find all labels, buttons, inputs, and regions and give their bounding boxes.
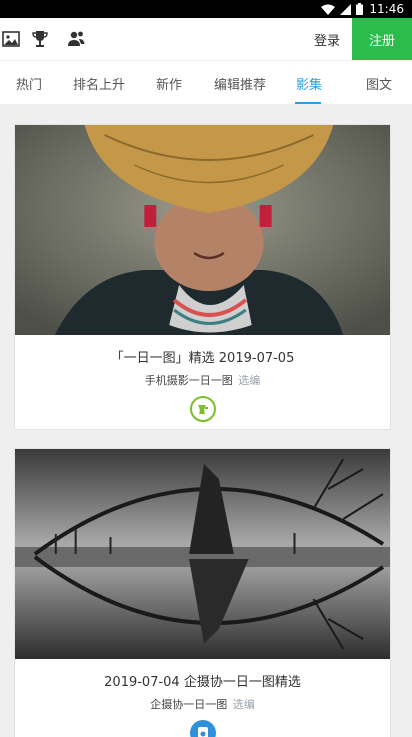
album-author-line: 手机摄影一日一图 选编 [15, 372, 390, 388]
album-title: 「一日一图」精选 2019-07-05 [110, 351, 295, 366]
status-time: 11:46 [369, 2, 404, 16]
camera-club-icon [197, 405, 208, 414]
association-logo-icon [197, 727, 208, 737]
ranking-icon-button[interactable] [22, 18, 58, 60]
gallery-icon-button[interactable] [0, 18, 22, 60]
album-author[interactable]: 手机摄影一日一图 [145, 374, 233, 387]
register-button[interactable]: 注册 [352, 18, 412, 60]
image-icon [2, 31, 20, 47]
album-card[interactable]: 「一日一图」精选 2019-07-05 手机摄影一日一图 选编 [14, 124, 391, 430]
wifi-icon [321, 4, 336, 15]
status-bar: 11:46 [0, 0, 412, 18]
album-cover-image [15, 125, 390, 335]
album-author[interactable]: 企摄协一日一图 [150, 698, 227, 711]
album-tag: 选编 [232, 698, 255, 711]
trophy-icon [32, 31, 48, 47]
album-author-line: 企摄协一日一图 选编 [15, 696, 390, 712]
category-tabs: 热门 排名上升 新作 编辑推荐 影集 图文 [0, 60, 412, 104]
signal-icon [340, 3, 352, 15]
tab-editor-picks[interactable]: 编辑推荐 [214, 61, 266, 105]
battery-icon [356, 3, 364, 15]
tab-hot[interactable]: 热门 [16, 61, 42, 105]
author-badge[interactable] [189, 720, 216, 737]
author-badge[interactable] [189, 396, 216, 422]
top-nav: 登录 注册 [0, 18, 412, 60]
tab-articles[interactable]: 图文 [366, 61, 392, 105]
users-icon-button[interactable] [58, 18, 94, 60]
tab-ranking-up[interactable]: 排名上升 [73, 61, 125, 105]
status-icons [321, 3, 364, 15]
active-tab-indicator [295, 102, 321, 104]
login-button[interactable]: 登录 [314, 18, 340, 60]
album-title: 2019-07-04 企摄协一日一图精选 [104, 675, 301, 690]
tab-new[interactable]: 新作 [156, 61, 182, 105]
users-icon [68, 31, 85, 46]
album-card[interactable]: 2019-07-04 企摄协一日一图精选 企摄协一日一图 选编 [14, 448, 391, 737]
tab-albums[interactable]: 影集 [296, 61, 322, 105]
album-cover-image [15, 449, 390, 659]
album-tag: 选编 [238, 374, 261, 387]
